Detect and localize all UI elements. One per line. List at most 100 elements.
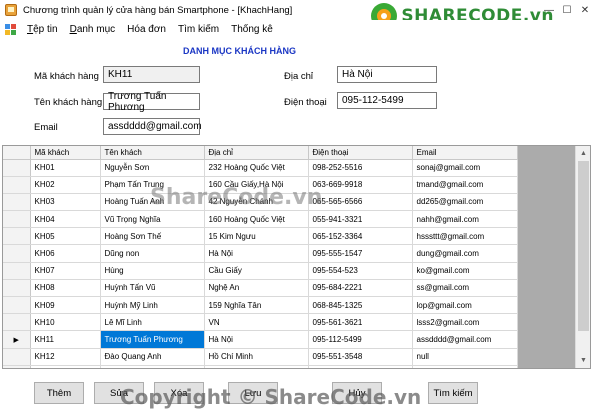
scroll-down-icon[interactable]: ▼ <box>576 353 590 368</box>
cell-ten-khach[interactable]: Đào Quang Anh <box>100 348 205 366</box>
cell-email[interactable]: dd265@gmail.com <box>412 193 518 212</box>
row-header[interactable] <box>3 176 31 194</box>
cell-email[interactable]: ss@gmail.com <box>412 279 518 298</box>
cell-dien-thoai[interactable]: 055-941-3321 <box>308 210 413 229</box>
mdi-window-icon[interactable] <box>5 23 17 36</box>
cell-dia-chi[interactable]: 15 Kim Ngưu <box>204 227 309 246</box>
row-header[interactable] <box>3 296 31 315</box>
row-header[interactable] <box>3 313 31 332</box>
cell-email[interactable]: null <box>412 348 518 366</box>
cell-dien-thoai[interactable]: 095-551-3548 <box>308 348 413 366</box>
table-row[interactable]: ▶ KH11 Trương Tuấn Phương Hà Nội 095-112-549… <box>3 330 518 349</box>
cell-dien-thoai[interactable]: 039-552-3222 <box>308 365 413 368</box>
xoa-button[interactable]: Xóa <box>154 382 204 404</box>
cell-dia-chi[interactable]: Hồ Chí Minh <box>204 348 309 366</box>
cell-ma-khach[interactable]: KH09 <box>30 296 101 315</box>
cell-dia-chi[interactable]: 160 Cầu Giấy,Hà Nội <box>204 176 309 194</box>
cell-ma-khach[interactable]: KH13 <box>30 365 101 368</box>
cell-ten-khach[interactable]: Hùng <box>100 262 205 280</box>
cell-ma-khach[interactable]: KH05 <box>30 227 101 246</box>
cell-dia-chi[interactable]: 42 Nguyễn Chánh <box>204 193 309 212</box>
minimize-icon[interactable]: — <box>540 0 558 20</box>
table-row[interactable]: KH07 Hùng Cầu Giấy 095-554-523 ko@gmail.com <box>3 262 518 280</box>
cell-ma-khach[interactable]: KH06 <box>30 244 101 263</box>
cell-dia-chi[interactable]: 232 Hoàng Quốc Việt <box>204 159 309 177</box>
luu-button[interactable]: Lưu <box>228 382 278 404</box>
cell-dien-thoai[interactable]: 095-561-3621 <box>308 313 413 332</box>
menu-thong-ke[interactable]: Thống kê <box>225 24 279 35</box>
ma-khach-hang-field[interactable]: KH11 <box>103 66 200 83</box>
row-header[interactable] <box>3 279 31 298</box>
scroll-up-icon[interactable]: ▲ <box>576 146 590 161</box>
col-dia-chi[interactable]: Địa chỉ <box>204 146 309 160</box>
cell-email[interactable]: dung@gmail.com <box>412 244 518 263</box>
cell-dia-chi[interactable]: Hà Nội <box>204 244 309 263</box>
table-row[interactable]: KH03 Hoàng Tuấn Anh 42 Nguyễn Chánh 065-565… <box>3 193 518 212</box>
col-dien-thoai[interactable]: Điện thoại <box>308 146 413 160</box>
cell-email[interactable]: ko@gmail.com <box>412 262 518 280</box>
cell-email[interactable]: tmand@gmail.com <box>412 176 518 194</box>
menu-tep-tin[interactable]: Tệp tin <box>21 24 64 35</box>
cell-email[interactable]: hsssttt@gmail.com <box>412 227 518 246</box>
cell-email[interactable]: lsss2@gmail.com <box>412 313 518 332</box>
cell-dien-thoai[interactable]: 095-555-1547 <box>308 244 413 263</box>
cell-ten-khach[interactable]: Lê Minh Nhật <box>100 365 205 368</box>
cell-ten-khach[interactable]: Dũng non <box>100 244 205 263</box>
row-header[interactable] <box>3 348 31 366</box>
them-button[interactable]: Thêm <box>34 382 84 404</box>
table-row[interactable]: KH01 Nguyễn Sơn 232 Hoàng Quốc Việt 098-252… <box>3 159 518 177</box>
cell-ten-khach[interactable]: Lê Mĩ Linh <box>100 313 205 332</box>
cell-ten-khach[interactable]: Huỳnh Tấn Vũ <box>100 279 205 298</box>
row-header[interactable] <box>3 262 31 280</box>
cell-dia-chi[interactable]: Nghệ An <box>204 279 309 298</box>
menu-tim-kiem[interactable]: Tìm kiếm <box>172 24 225 35</box>
sua-button[interactable]: Sửa <box>94 382 144 404</box>
cell-ma-khach[interactable]: KH12 <box>30 348 101 366</box>
row-header-corner[interactable] <box>3 146 31 160</box>
cell-ma-khach[interactable]: KH11 <box>30 330 101 349</box>
cell-ma-khach[interactable]: KH04 <box>30 210 101 229</box>
cell-ma-khach[interactable]: KH07 <box>30 262 101 280</box>
table-row[interactable]: KH13Lê Minh Nhật230 Nguyễn Trãi039-552-3… <box>3 365 518 368</box>
table-row[interactable]: KH08 Huỳnh Tấn Vũ Nghệ An 095-684-2221 ss@gm… <box>3 279 518 298</box>
cell-dien-thoai[interactable]: 063-669-9918 <box>308 176 413 194</box>
cell-dia-chi[interactable]: VN <box>204 313 309 332</box>
cell-email[interactable]: assdddd@gmail.com <box>412 330 518 349</box>
cell-ten-khach[interactable]: Huỳnh Mỹ Linh <box>100 296 205 315</box>
cell-dia-chi[interactable]: Hà Nội <box>204 330 309 349</box>
grid-vertical-scrollbar[interactable]: ▲ ▼ <box>575 146 590 368</box>
close-icon[interactable]: ✕ <box>576 0 594 20</box>
dien-thoai-field[interactable]: 095-112-5499 <box>337 92 437 109</box>
table-row[interactable]: KH12 Đào Quang Anh Hồ Chí Minh 095-551-3548… <box>3 348 518 366</box>
cell-ten-khach[interactable]: Vũ Trọng Nghĩa <box>100 210 205 229</box>
cell-dien-thoai[interactable]: 065-152-3364 <box>308 227 413 246</box>
cell-dien-thoai[interactable]: 095-112-5499 <box>308 330 413 349</box>
cell-dia-chi[interactable]: 160 Hoàng Quốc Việt <box>204 210 309 229</box>
cell-dien-thoai[interactable]: 068-845-1325 <box>308 296 413 315</box>
row-header[interactable] <box>3 159 31 177</box>
table-row[interactable]: KH10 Lê Mĩ Linh VN 095-561-3621 lsss2@gmail.… <box>3 313 518 332</box>
cell-ma-khach[interactable]: KH03 <box>30 193 101 212</box>
col-ma-khach[interactable]: Mã khách <box>30 146 101 160</box>
row-header[interactable] <box>3 365 31 368</box>
cell-dia-chi[interactable]: 159 Nghĩa Tân <box>204 296 309 315</box>
cell-dia-chi[interactable]: Cầu Giấy <box>204 262 309 280</box>
cell-ten-khach[interactable]: Hoàng Sơn Thế <box>100 227 205 246</box>
tim-kiem-button[interactable]: Tìm kiếm <box>428 382 478 404</box>
row-header[interactable] <box>3 193 31 212</box>
cell-ten-khach[interactable]: Phạm Tấn Trung <box>100 176 205 194</box>
cell-ma-khach[interactable]: KH02 <box>30 176 101 194</box>
cell-dien-thoai[interactable]: 065-565-6566 <box>308 193 413 212</box>
row-header[interactable]: ▶ <box>3 330 31 349</box>
col-ten-khach[interactable]: Tên khách <box>100 146 205 160</box>
cell-dien-thoai[interactable]: 098-252-5516 <box>308 159 413 177</box>
dia-chi-field[interactable]: Hà Nội <box>337 66 437 83</box>
table-row[interactable]: KH04 Vũ Trọng Nghĩa 160 Hoàng Quốc Việt 055… <box>3 210 518 229</box>
maximize-icon[interactable]: ☐ <box>558 0 576 20</box>
table-row[interactable]: KH06 Dũng non Hà Nội 095-555-1547 dung@gmail… <box>3 244 518 263</box>
menu-hoa-don[interactable]: Hóa đơn <box>121 24 172 35</box>
scroll-thumb[interactable] <box>578 161 589 331</box>
email-field[interactable]: assdddd@gmail.com <box>103 118 202 135</box>
cell-ten-khach[interactable]: Nguyễn Sơn <box>100 159 205 177</box>
cell-email[interactable]: nhat1122@gmail.com <box>412 365 518 368</box>
